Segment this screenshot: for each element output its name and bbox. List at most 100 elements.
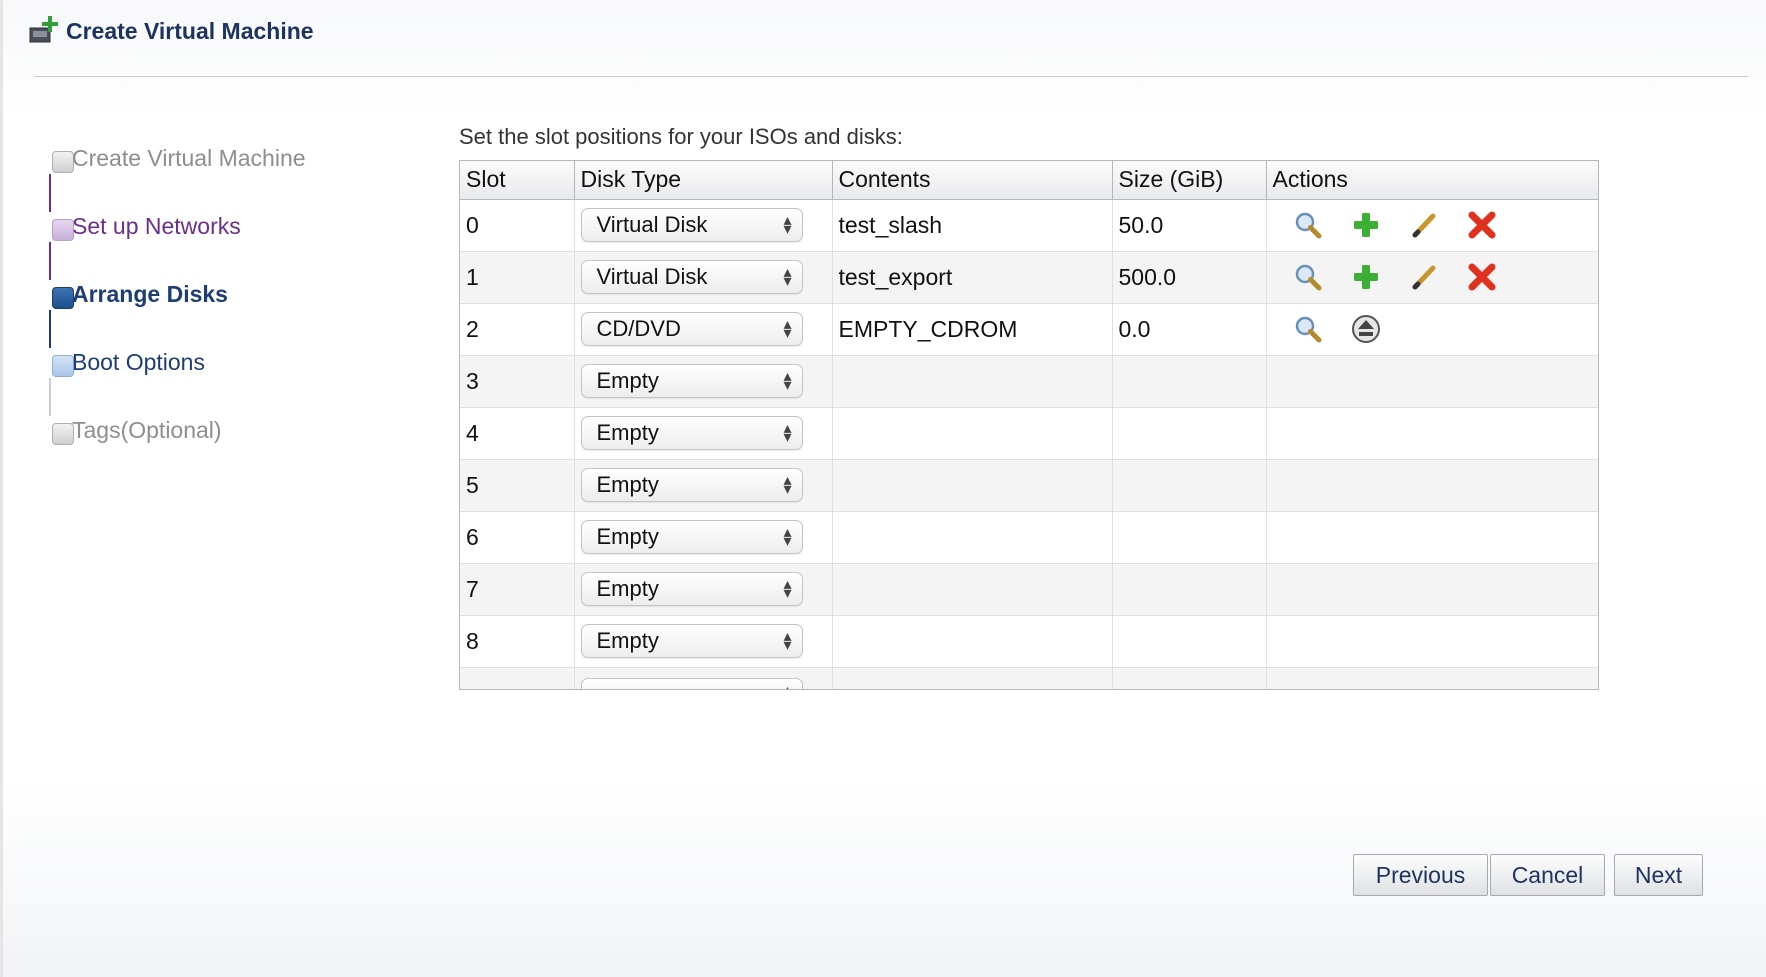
size-cell bbox=[1112, 615, 1267, 668]
wizard-step-label: Tags(Optional) bbox=[72, 417, 222, 443]
select-updown-chevron-icon: ▴▾ bbox=[783, 212, 792, 238]
disk-type-cell: Empty ▴ ▾ bbox=[574, 615, 833, 668]
step-connector bbox=[49, 310, 51, 348]
search-icon[interactable] bbox=[1291, 312, 1325, 346]
slot-cell: 5 bbox=[460, 459, 575, 512]
actions-cell bbox=[1266, 407, 1598, 460]
slot-cell: 3 bbox=[460, 355, 575, 408]
disk-type-value: Virtual Disk bbox=[596, 264, 708, 289]
actions-cell bbox=[1266, 303, 1598, 356]
disk-type-value: Empty bbox=[596, 524, 659, 549]
slot-cell: 1 bbox=[460, 251, 575, 304]
step-connector bbox=[49, 378, 51, 416]
step-indicator-icon bbox=[52, 355, 74, 377]
select-updown-chevron-icon: ▴▾ bbox=[783, 576, 792, 602]
disk-type-cell: ▴▾ bbox=[574, 667, 833, 689]
table-row: ▴▾ bbox=[460, 667, 1598, 689]
disk-type-cell: Empty ▴ ▾ bbox=[574, 355, 833, 408]
size-cell bbox=[1112, 355, 1267, 408]
header-divider bbox=[34, 76, 1748, 77]
select-updown-chevron-icon: ▴▾ bbox=[783, 524, 792, 550]
contents-cell bbox=[832, 459, 1113, 512]
cancel-button[interactable]: Cancel bbox=[1490, 854, 1605, 896]
disk-type-value: Empty bbox=[596, 628, 659, 653]
table-row: 0 Virtual Disk ▴ ▾ test_slash 50.0 bbox=[460, 199, 1598, 252]
disk-type-select[interactable]: Empty ▴ ▾ bbox=[580, 624, 803, 658]
column-header-slot[interactable]: Slot bbox=[460, 161, 575, 200]
delete-icon[interactable] bbox=[1465, 208, 1499, 242]
eject-icon[interactable] bbox=[1349, 312, 1383, 346]
edit-pencil-icon[interactable] bbox=[1407, 208, 1441, 242]
size-cell bbox=[1112, 459, 1267, 512]
add-icon[interactable] bbox=[1349, 208, 1383, 242]
table-row: 7 Empty ▴ ▾ bbox=[460, 563, 1598, 616]
slot-cell: 2 bbox=[460, 303, 575, 356]
previous-button[interactable]: Previous bbox=[1353, 854, 1488, 896]
disk-type-cell: Empty ▴ ▾ bbox=[574, 459, 833, 512]
disk-type-select[interactable]: ▴▾ bbox=[580, 678, 803, 689]
actions-cell bbox=[1266, 667, 1598, 689]
contents-cell bbox=[832, 511, 1113, 564]
column-header-contents[interactable]: Contents bbox=[832, 161, 1113, 200]
create-vm-icon bbox=[28, 14, 58, 49]
wizard-steps: Create Virtual Machine Set up Networks Arr… bbox=[49, 140, 352, 480]
size-cell bbox=[1112, 667, 1267, 689]
search-icon[interactable] bbox=[1291, 208, 1325, 242]
wizard-step-4[interactable]: Boot Options bbox=[49, 344, 352, 416]
disk-type-select[interactable]: Empty ▴ ▾ bbox=[580, 572, 803, 606]
disk-type-value: Empty bbox=[596, 576, 659, 601]
actions-cell bbox=[1266, 511, 1598, 564]
disk-type-select[interactable]: Virtual Disk ▴ ▾ bbox=[580, 260, 803, 294]
table-row: 2 CD/DVD ▴ ▾ EMPTY_CDROM 0.0 bbox=[460, 303, 1598, 356]
step-indicator-icon bbox=[52, 219, 74, 241]
slot-cell: 4 bbox=[460, 407, 575, 460]
contents-cell: test_slash bbox=[832, 199, 1113, 252]
delete-icon[interactable] bbox=[1465, 260, 1499, 294]
step-connector bbox=[49, 174, 51, 212]
disk-type-select[interactable]: Empty ▴ ▾ bbox=[580, 364, 803, 398]
disk-type-value: CD/DVD bbox=[596, 316, 681, 341]
select-updown-chevron-icon: ▴▾ bbox=[783, 368, 792, 394]
contents-cell bbox=[832, 667, 1113, 689]
actions-cell bbox=[1266, 251, 1598, 304]
actions-cell bbox=[1266, 563, 1598, 616]
add-icon[interactable] bbox=[1349, 260, 1383, 294]
disk-type-cell: Virtual Disk ▴ ▾ bbox=[574, 199, 833, 252]
disk-type-select[interactable]: Empty ▴ ▾ bbox=[580, 520, 803, 554]
disk-type-select[interactable]: Empty ▴ ▾ bbox=[580, 416, 803, 450]
table-row: 6 Empty ▴ ▾ bbox=[460, 511, 1598, 564]
dialog-title: Create Virtual Machine bbox=[66, 17, 314, 44]
disk-type-value: Empty bbox=[596, 368, 659, 393]
slot-cell: 0 bbox=[460, 199, 575, 252]
search-icon[interactable] bbox=[1291, 260, 1325, 294]
disk-type-cell: Empty ▴ ▾ bbox=[574, 407, 833, 460]
wizard-step-label: Set up Networks bbox=[72, 213, 241, 239]
disk-type-value: Empty bbox=[596, 472, 659, 497]
select-updown-chevron-icon: ▴▾ bbox=[783, 472, 792, 498]
wizard-step-3[interactable]: Arrange Disks bbox=[49, 276, 352, 348]
disk-type-cell: Empty ▴ ▾ bbox=[574, 511, 833, 564]
disk-type-select[interactable]: Virtual Disk ▴ ▾ bbox=[580, 208, 803, 242]
disk-type-select[interactable]: Empty ▴ ▾ bbox=[580, 468, 803, 502]
window-left-edge bbox=[0, 0, 3, 977]
edit-pencil-icon[interactable] bbox=[1407, 260, 1441, 294]
select-updown-chevron-icon: ▴▾ bbox=[783, 420, 792, 446]
column-header-actions: Actions bbox=[1266, 161, 1598, 200]
disk-type-cell: Virtual Disk ▴ ▾ bbox=[574, 251, 833, 304]
column-header-disk-type[interactable]: Disk Type bbox=[574, 161, 833, 200]
table-row: 3 Empty ▴ ▾ bbox=[460, 355, 1598, 408]
next-button[interactable]: Next bbox=[1614, 854, 1703, 896]
table-row: 5 Empty ▴ ▾ bbox=[460, 459, 1598, 512]
disk-slot-table: Slot Disk Type Contents Size (GiB) Actio… bbox=[459, 160, 1599, 690]
slot-cell bbox=[460, 667, 575, 689]
step-indicator-icon bbox=[52, 423, 74, 445]
column-header-size[interactable]: Size (GiB) bbox=[1112, 161, 1267, 200]
size-cell bbox=[1112, 563, 1267, 616]
disk-type-select[interactable]: CD/DVD ▴ ▾ bbox=[580, 312, 803, 346]
step-indicator-icon bbox=[52, 151, 74, 173]
step-indicator-icon bbox=[52, 287, 74, 309]
step-connector bbox=[49, 242, 51, 280]
actions-cell bbox=[1266, 615, 1598, 668]
wizard-step-2[interactable]: Set up Networks bbox=[49, 208, 352, 280]
disk-type-cell: Empty ▴ ▾ bbox=[574, 563, 833, 616]
